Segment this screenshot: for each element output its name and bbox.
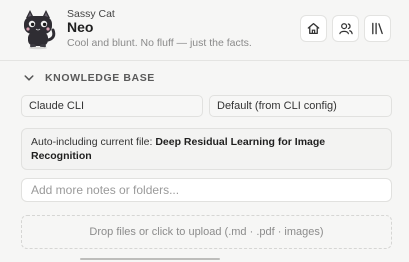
people-icon [338,23,353,35]
auto-include-label: Auto-including current file: [31,136,156,148]
section-title: KNOWLEDGE BASE [45,72,155,84]
notes-input[interactable] [21,178,392,202]
library-icon [372,22,383,35]
header-divider [0,60,409,61]
provider-select[interactable]: Claude CLI [21,95,203,117]
model-select[interactable]: Default (from CLI config) [209,95,392,117]
file-dropzone[interactable]: Drop files or click to upload (.md · .pd… [21,215,392,249]
knowledge-base-toggle[interactable]: KNOWLEDGE BASE [22,70,155,86]
agent-tagline: Cool and blunt. No fluff — just the fact… [67,37,252,49]
chevron-down-icon [24,75,34,81]
home-button[interactable] [300,15,327,42]
auto-include-notice: Auto-including current file: Deep Residu… [21,128,392,170]
people-button[interactable] [332,15,359,42]
cat-avatar [18,8,60,50]
cat-icon [24,10,56,50]
agent-name: Neo [67,19,94,35]
clipped-content [80,255,220,262]
library-button[interactable] [364,15,391,42]
home-icon [307,22,320,35]
header: Sassy Cat Neo Cool and blunt. No fluff —… [0,0,409,56]
